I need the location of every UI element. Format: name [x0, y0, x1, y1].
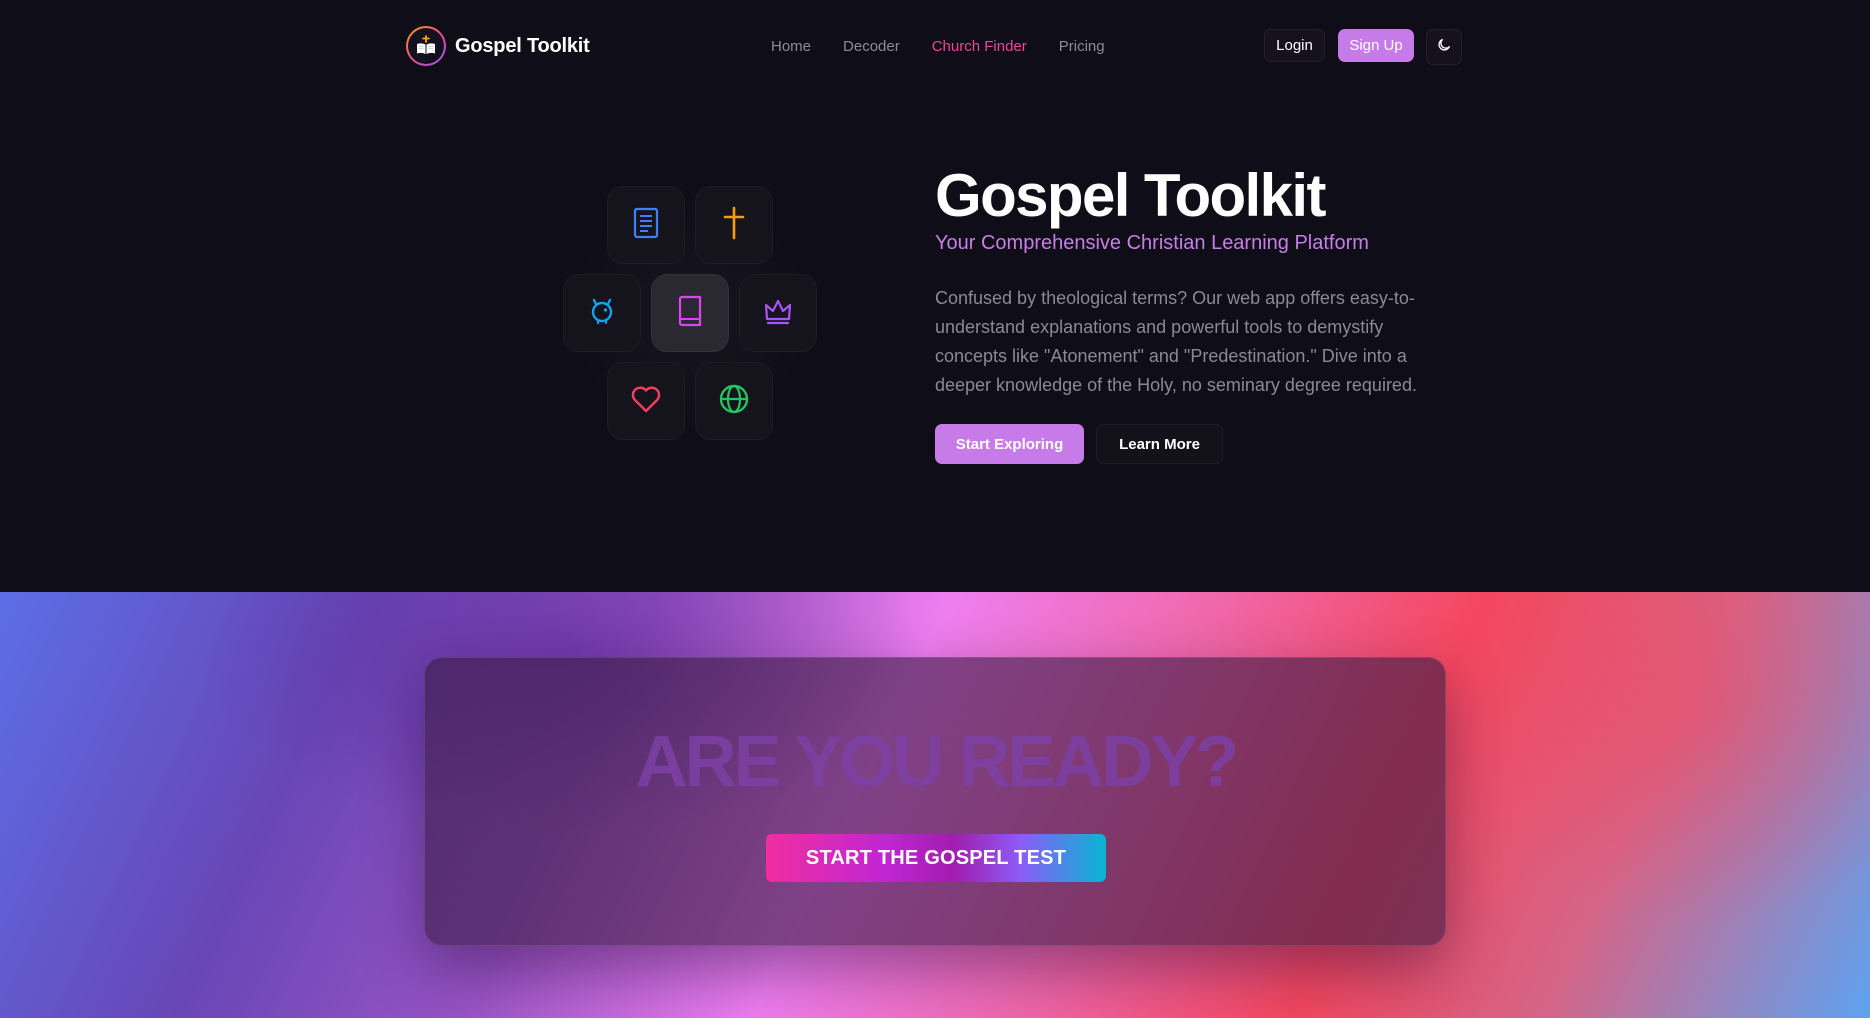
- gospel-test-section: ARE YOU READY? START THE GOSPEL TEST: [0, 592, 1870, 1018]
- hero-subtitle: Your Comprehensive Christian Learning Pl…: [935, 232, 1369, 254]
- crown-icon: [763, 297, 793, 330]
- tile-piggy-bank[interactable]: [563, 274, 641, 352]
- brand-logo-link[interactable]: Gospel Toolkit: [406, 26, 590, 66]
- main-nav: Home Decoder Church Finder Pricing: [771, 38, 1105, 55]
- gospel-test-card: ARE YOU READY? START THE GOSPEL TEST: [424, 657, 1446, 946]
- hero-title: Gospel Toolkit: [935, 162, 1326, 229]
- signup-button[interactable]: Sign Up: [1338, 29, 1414, 62]
- learn-more-button[interactable]: Learn More: [1096, 424, 1223, 464]
- brand-name: Gospel Toolkit: [455, 34, 590, 57]
- tile-heart[interactable]: [607, 362, 685, 440]
- promo-heading: ARE YOU READY?: [635, 722, 1240, 802]
- nav-link-church-finder[interactable]: Church Finder: [932, 38, 1027, 55]
- start-exploring-button[interactable]: Start Exploring: [935, 424, 1084, 464]
- tile-crown[interactable]: [739, 274, 817, 352]
- nav-link-home[interactable]: Home: [771, 38, 811, 55]
- login-button[interactable]: Login: [1264, 29, 1325, 62]
- tile-book[interactable]: [651, 274, 729, 352]
- globe-icon: [718, 383, 750, 420]
- moon-icon: [1436, 37, 1452, 58]
- feature-icon-cluster: [560, 180, 820, 450]
- heart-icon: [630, 384, 662, 419]
- document-icon: [632, 207, 660, 244]
- tile-globe[interactable]: [695, 362, 773, 440]
- tile-document[interactable]: [607, 186, 685, 264]
- top-navigation: Gospel Toolkit Home Decoder Church Finde…: [0, 0, 1870, 94]
- tile-cross[interactable]: [695, 186, 773, 264]
- nav-link-decoder[interactable]: Decoder: [843, 38, 900, 55]
- piggy-bank-icon: [587, 296, 617, 331]
- theme-toggle-button[interactable]: [1426, 29, 1462, 65]
- book-icon: [676, 295, 704, 332]
- hero-description: Confused by theological terms? Our web a…: [935, 288, 1417, 395]
- cross-icon: [721, 206, 747, 245]
- open-bible-with-cross-icon: [406, 26, 446, 66]
- nav-link-pricing[interactable]: Pricing: [1059, 38, 1105, 55]
- start-gospel-test-button[interactable]: START THE GOSPEL TEST: [766, 834, 1106, 882]
